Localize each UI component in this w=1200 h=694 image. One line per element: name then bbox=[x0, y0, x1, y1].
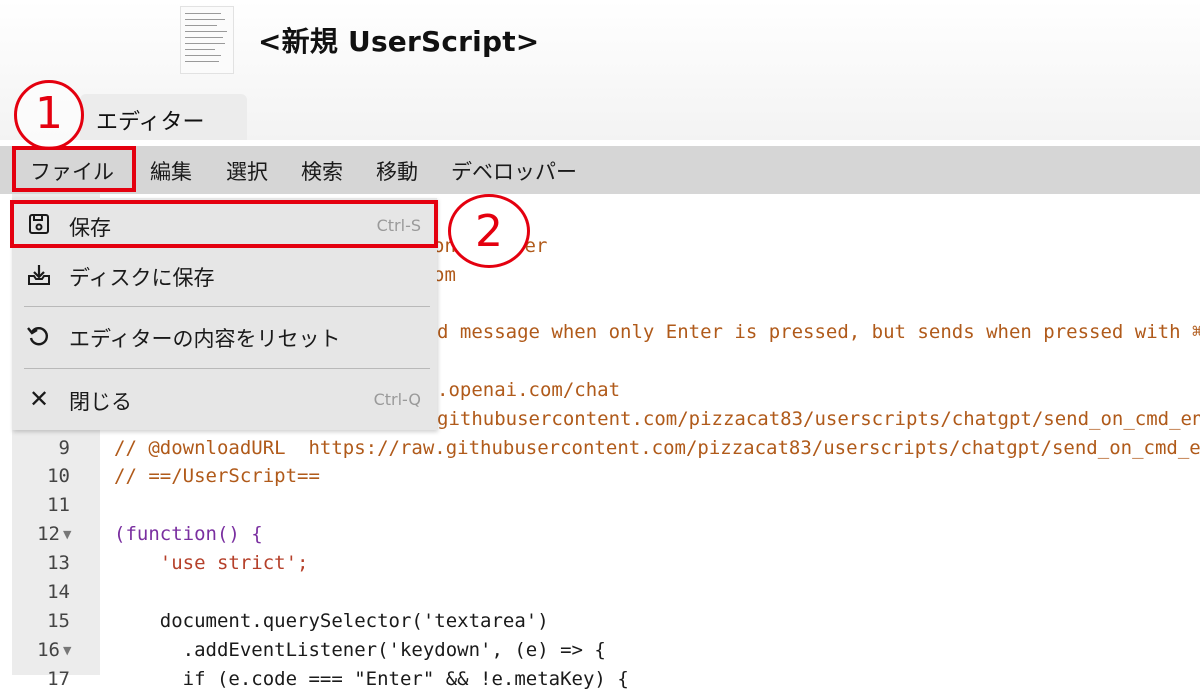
code-line: // @downloadURL https://raw.githubuserco… bbox=[114, 437, 1200, 459]
line-number: 17 bbox=[47, 668, 70, 690]
menu-divider bbox=[24, 306, 430, 307]
code-fragment: d message when only Enter is pressed, bu… bbox=[437, 321, 1200, 343]
menu-item-save-to-disk[interactable]: ディスクに保存 bbox=[12, 250, 437, 300]
menu-item-label: 閉じる bbox=[69, 390, 132, 414]
highlight-save-item bbox=[10, 200, 438, 248]
menu-item-reset[interactable]: エディターの内容をリセット bbox=[12, 311, 437, 361]
menu-edit[interactable]: 編集 bbox=[150, 156, 192, 186]
menu-developer[interactable]: デベロッパー bbox=[451, 156, 577, 186]
code-line: 'use strict'; bbox=[114, 552, 309, 574]
line-number: 16 bbox=[37, 639, 60, 661]
menu-item-label: エディターの内容をリセット bbox=[69, 327, 341, 351]
code-line: .addEventListener('keydown', (e) => { bbox=[114, 639, 606, 661]
line-number: 14 bbox=[47, 581, 70, 603]
line-number: 13 bbox=[47, 552, 70, 574]
code-line: // ==/UserScript== bbox=[114, 465, 320, 487]
line-number: 12 bbox=[37, 523, 60, 545]
line-number: 11 bbox=[47, 494, 70, 516]
reset-icon bbox=[26, 323, 52, 349]
code-fragment: .openai.com/chat bbox=[437, 379, 621, 401]
menu-select[interactable]: 選択 bbox=[226, 156, 268, 186]
menu-bar: ファイル 編集 選択 検索 移動 デベロッパー bbox=[0, 146, 1200, 194]
fold-arrow-icon[interactable]: ▼ bbox=[63, 636, 71, 665]
code-fragment: githubusercontent.com/pizzacat83/userscr… bbox=[437, 408, 1200, 430]
step-2-marker: 2 bbox=[448, 194, 530, 268]
download-to-disk-icon bbox=[26, 262, 52, 288]
menu-divider bbox=[24, 368, 430, 369]
menu-item-label: ディスクに保存 bbox=[69, 266, 215, 290]
step-1-marker: 1 bbox=[14, 80, 84, 150]
tab-editor-label: エディター bbox=[96, 110, 205, 135]
highlight-file-menu bbox=[12, 146, 136, 192]
menu-item-close[interactable]: ✕ 閉じる Ctrl-Q bbox=[12, 374, 437, 424]
editor-header: <新規 UserScript> エディター bbox=[0, 0, 1200, 140]
script-thumbnail bbox=[180, 6, 234, 74]
menu-search[interactable]: 検索 bbox=[301, 156, 343, 186]
line-number: 15 bbox=[47, 610, 70, 632]
close-icon: ✕ bbox=[28, 385, 50, 413]
tab-editor[interactable]: エディター bbox=[80, 94, 247, 140]
menu-move[interactable]: 移動 bbox=[376, 156, 418, 186]
line-number: 10 bbox=[47, 465, 70, 487]
code-line: document.querySelector('textarea') bbox=[114, 610, 549, 632]
shortcut-label: Ctrl-Q bbox=[373, 390, 421, 409]
line-number: 9 bbox=[58, 437, 70, 459]
code-line: if (e.code === "Enter" && !e.metaKey) { bbox=[114, 668, 629, 690]
fold-arrow-icon[interactable]: ▼ bbox=[63, 520, 71, 549]
code-line: (function() { bbox=[114, 523, 263, 545]
page-title: <新規 UserScript> bbox=[258, 25, 540, 58]
